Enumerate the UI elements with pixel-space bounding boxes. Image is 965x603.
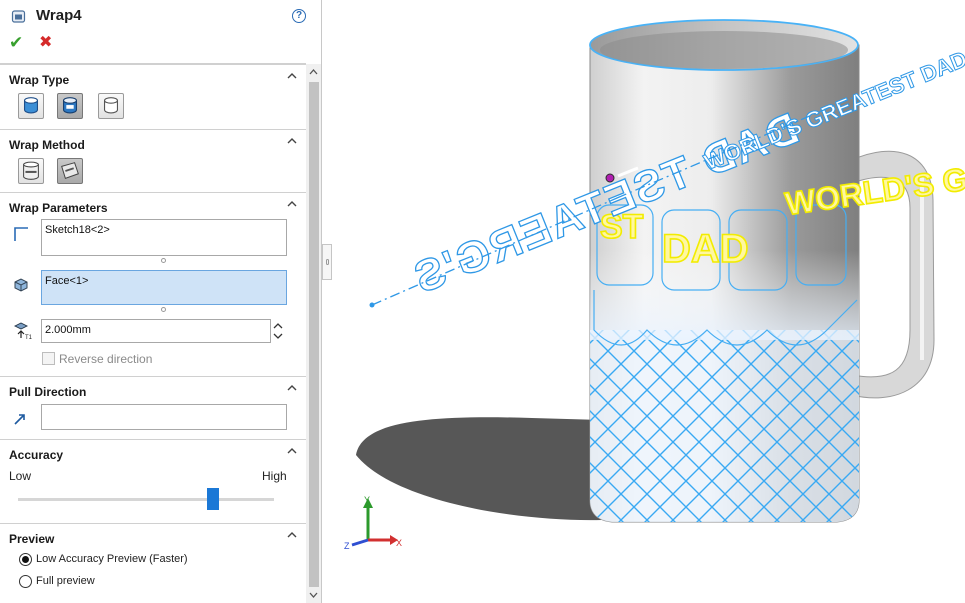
accuracy-low-label: Low: [9, 469, 32, 483]
graphics-viewport[interactable]: WORLD'S G DAD ST DAD TSETAERG'S WORLD'S …: [332, 0, 965, 603]
wrapped-text-dad: DAD: [662, 227, 749, 271]
analytical-method-button[interactable]: [18, 158, 44, 184]
scroll-down-icon[interactable]: [308, 590, 319, 600]
spline-surface-icon: [61, 162, 79, 180]
collapse-chevron-icon[interactable]: [286, 445, 298, 457]
cancel-button[interactable]: ✖: [39, 34, 52, 52]
scribe-icon: [103, 97, 119, 114]
thickness-icon: T1: [13, 322, 32, 340]
wrap-feature-icon: [11, 10, 26, 23]
collapse-chevron-icon[interactable]: [286, 382, 298, 394]
emboss-button[interactable]: [18, 93, 44, 119]
property-manager-panel: Wrap4 ? ✔ ✖ Wrap Type Wrap Method Wrap P…: [0, 0, 322, 603]
mug-model[interactable]: WORLD'S G DAD ST DAD TSETAERG'S WORLD'S …: [332, 0, 965, 603]
collapse-chevron-icon[interactable]: [286, 135, 298, 147]
view-triad: [351, 498, 398, 547]
collapse-chevron-icon[interactable]: [286, 198, 298, 210]
wrap-method-title[interactable]: Wrap Method: [9, 138, 85, 152]
mug-shadow: [356, 417, 602, 521]
low-accuracy-preview-label[interactable]: Low Accuracy Preview (Faster): [36, 553, 188, 565]
thickness-field[interactable]: 2.000mm: [41, 319, 271, 343]
thickness-spinner-icon[interactable]: [270, 320, 286, 342]
accuracy-slider-thumb[interactable]: [206, 488, 219, 510]
low-accuracy-preview-radio[interactable]: [19, 553, 32, 566]
deboss-button[interactable]: [57, 93, 83, 119]
direction-arrow-icon: [14, 414, 25, 425]
collapse-chevron-icon[interactable]: [286, 70, 298, 82]
wrap-type-title[interactable]: Wrap Type: [9, 73, 69, 87]
accuracy-high-label: High: [262, 469, 287, 483]
full-preview-radio[interactable]: [19, 575, 32, 588]
svg-text:T1: T1: [25, 335, 32, 340]
triad-z-label: Z: [344, 541, 350, 551]
ok-button[interactable]: ✔: [9, 34, 23, 52]
resize-grip-icon[interactable]: [161, 307, 166, 312]
accuracy-section: Accuracy Low High: [0, 439, 306, 523]
analytical-icon: [23, 161, 39, 180]
pull-direction-title[interactable]: Pull Direction: [9, 385, 86, 399]
triad-x-label: X: [396, 538, 402, 548]
sketch-profile-icon: [14, 227, 28, 241]
splitter-grip: [326, 259, 329, 265]
preview-section: Preview Low Accuracy Preview (Faster) Fu…: [0, 523, 306, 603]
help-icon[interactable]: ?: [292, 9, 306, 23]
full-preview-label[interactable]: Full preview: [36, 575, 95, 587]
accuracy-slider-track[interactable]: [18, 498, 274, 501]
pull-direction-section: Pull Direction: [0, 376, 306, 439]
panel-scrollbar-thumb[interactable]: [309, 82, 319, 587]
panel-header: Wrap4 ? ✔ ✖: [0, 0, 306, 64]
wrap-parameters-title[interactable]: Wrap Parameters: [9, 201, 108, 215]
reverse-direction-checkbox[interactable]: [42, 352, 55, 365]
emboss-icon: [23, 97, 39, 114]
scribe-button[interactable]: [98, 93, 124, 119]
triad-y-label: Y: [364, 495, 370, 505]
deboss-icon: [62, 97, 78, 114]
preview-title[interactable]: Preview: [9, 532, 54, 546]
panel-splitter-handle[interactable]: [322, 244, 332, 280]
sketch-endpoint[interactable]: [369, 302, 375, 308]
scroll-up-icon[interactable]: [308, 67, 319, 77]
source-sketch-field[interactable]: Sketch18<2>: [41, 219, 287, 256]
wrap-method-section: Wrap Method: [0, 129, 306, 192]
face-icon: [14, 278, 28, 292]
accuracy-title[interactable]: Accuracy: [9, 448, 63, 462]
sketch-point-handle[interactable]: [605, 173, 615, 183]
pull-direction-field[interactable]: [41, 404, 287, 430]
face-for-wrap-field[interactable]: Face<1>: [41, 270, 287, 305]
reverse-direction-label: Reverse direction: [59, 352, 153, 366]
spline-surface-method-button[interactable]: [57, 158, 83, 184]
resize-grip-icon[interactable]: [161, 258, 166, 263]
mug-inner-rim: [600, 31, 848, 69]
panel-scrollbar[interactable]: [306, 64, 321, 603]
diamond-knurl-pattern: [590, 250, 859, 522]
feature-title: Wrap4: [36, 7, 82, 24]
wrap-type-section: Wrap Type: [0, 64, 306, 129]
collapse-chevron-icon[interactable]: [286, 529, 298, 541]
